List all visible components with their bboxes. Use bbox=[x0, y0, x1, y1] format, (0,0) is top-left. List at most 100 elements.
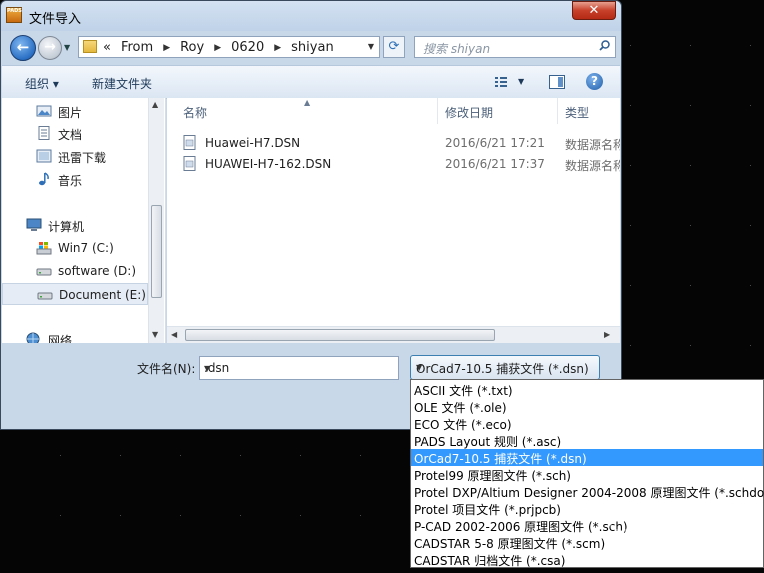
grid-dot bbox=[750, 105, 751, 106]
window-title: 文件导入 bbox=[29, 12, 82, 27]
network-icon bbox=[26, 332, 40, 343]
column-divider[interactable] bbox=[437, 98, 438, 124]
breadcrumb-item-roy[interactable]: Roy bbox=[180, 40, 204, 56]
column-header-date[interactable]: 修改日期 bbox=[445, 104, 493, 121]
preview-pane-icon[interactable] bbox=[549, 75, 565, 89]
sidebar-item-music[interactable]: 音乐 bbox=[2, 168, 148, 190]
sidebar-item-win7-c[interactable]: Win7 (C:) bbox=[2, 237, 148, 259]
sidebar-item-xunlei-downloads[interactable]: 迅雷下载 bbox=[2, 145, 148, 167]
grid-dot bbox=[240, 515, 241, 516]
breadcrumb-item-0620[interactable]: 0620 bbox=[231, 40, 264, 56]
dsn-file-icon bbox=[183, 156, 196, 171]
scroll-up-icon[interactable]: ▲ bbox=[152, 100, 158, 109]
new-folder-button[interactable]: 新建文件夹 bbox=[92, 75, 152, 92]
address-bar[interactable]: « From ▶ Roy ▶ 0620 ▶ shiyan ▼ bbox=[78, 36, 380, 58]
file-type-option[interactable]: ECO 文件 (*.eco) bbox=[411, 415, 763, 432]
breadcrumb: « From ▶ Roy ▶ 0620 ▶ shiyan bbox=[103, 40, 334, 56]
scrollbar-thumb[interactable] bbox=[185, 329, 495, 341]
navigation-scrollbar[interactable]: ▲ ▼ bbox=[148, 98, 164, 343]
grid-dot bbox=[750, 45, 751, 46]
file-row[interactable]: Huawei-H7.DSN 2016/6/21 17:21 数据源名称 bbox=[183, 133, 620, 153]
file-type-option[interactable]: PADS Layout 规则 (*.asc) bbox=[411, 432, 763, 449]
organize-button[interactable]: 组织 ▾ bbox=[25, 75, 59, 92]
close-button[interactable]: ✕ bbox=[572, 1, 616, 20]
grid-dot bbox=[750, 285, 751, 286]
column-divider[interactable] bbox=[557, 98, 558, 124]
back-button[interactable]: ← bbox=[10, 35, 36, 61]
filename-field[interactable]: .dsn ▼ bbox=[199, 356, 399, 380]
navigation-pane: 图片 文档 迅雷下载 音乐 计算机 Win7 (C:) software (D:… bbox=[2, 98, 166, 343]
sort-ascending-icon: ▲ bbox=[304, 98, 311, 107]
sidebar-item-pictures[interactable]: 图片 bbox=[2, 100, 148, 122]
help-icon[interactable]: ? bbox=[586, 73, 603, 90]
breadcrumb-item-shiyan[interactable]: shiyan bbox=[291, 40, 334, 56]
grid-dot bbox=[120, 455, 121, 456]
grid-dot bbox=[300, 515, 301, 516]
sidebar-item-computer[interactable]: 计算机 bbox=[2, 214, 148, 236]
file-row[interactable]: HUAWEI-H7-162.DSN 2016/6/21 17:37 数据源名称 bbox=[183, 154, 620, 174]
scroll-right-icon[interactable]: ▶ bbox=[604, 330, 610, 339]
recent-pages-dropdown-icon[interactable]: ▼ bbox=[64, 43, 70, 52]
refresh-button[interactable]: ⟳ bbox=[383, 36, 405, 58]
chevron-right-icon[interactable]: ▶ bbox=[163, 40, 170, 56]
pictures-icon bbox=[36, 105, 52, 117]
scroll-left-icon[interactable]: ◀ bbox=[171, 330, 177, 339]
view-options-icon[interactable] bbox=[494, 75, 508, 89]
chevron-down-icon[interactable]: ▼ bbox=[204, 364, 393, 373]
file-type-select[interactable]: OrCad7-10.5 捕获文件 (*.dsn) ▼ bbox=[410, 355, 600, 380]
grid-dot bbox=[120, 515, 121, 516]
documents-icon bbox=[38, 126, 50, 140]
grid-dot bbox=[630, 225, 631, 226]
file-type-option[interactable]: CADSTAR 归档文件 (*.csa) bbox=[411, 551, 763, 568]
import-file-dialog: PADS 文件导入 ✕ ← → ▼ « From ▶ Roy ▶ 0620 ▶ … bbox=[0, 0, 622, 430]
file-type-option[interactable]: OLE 文件 (*.ole) bbox=[411, 398, 763, 415]
toolbar: 组织 ▾ 新建文件夹 ▼ ? bbox=[2, 65, 620, 99]
drive-icon bbox=[36, 268, 52, 276]
sidebar-item-network[interactable]: 网络 bbox=[2, 328, 148, 343]
chevron-down-icon[interactable]: ▼ bbox=[416, 363, 595, 372]
grid-dot bbox=[690, 165, 691, 166]
column-header-type[interactable]: 类型 bbox=[565, 104, 589, 121]
chevron-down-icon[interactable]: ▼ bbox=[368, 42, 374, 51]
grid-dot bbox=[630, 45, 631, 46]
computer-icon bbox=[26, 218, 42, 231]
file-list-scrollbar[interactable]: ◀ ▶ bbox=[167, 326, 620, 343]
search-placeholder: 搜索 shiyan bbox=[423, 42, 491, 56]
grid-dot bbox=[630, 285, 631, 286]
chevron-right-icon[interactable]: ▶ bbox=[214, 40, 221, 56]
filename-label: 文件名(N): bbox=[137, 362, 196, 376]
dsn-file-icon bbox=[183, 135, 196, 150]
grid-dot bbox=[60, 515, 61, 516]
grid-dot bbox=[180, 455, 181, 456]
grid-dot bbox=[60, 455, 61, 456]
grid-dot bbox=[750, 165, 751, 166]
grid-dot bbox=[240, 455, 241, 456]
forward-button[interactable]: → bbox=[38, 36, 62, 60]
sidebar-item-document-e[interactable]: Document (E:) bbox=[2, 283, 148, 305]
scroll-down-icon[interactable]: ▼ bbox=[152, 330, 158, 339]
file-type-option-selected[interactable]: OrCad7-10.5 捕获文件 (*.dsn) bbox=[411, 449, 763, 466]
search-icon[interactable] bbox=[599, 40, 610, 51]
scrollbar-thumb[interactable] bbox=[151, 205, 162, 298]
grid-dot bbox=[750, 225, 751, 226]
music-icon bbox=[39, 172, 49, 186]
column-header-name[interactable]: 名称 bbox=[183, 104, 207, 121]
breadcrumb-item-from[interactable]: From bbox=[121, 40, 153, 56]
grid-dot bbox=[750, 345, 751, 346]
search-input[interactable]: 搜索 shiyan bbox=[414, 36, 616, 58]
file-type-option[interactable]: Protel99 原理图文件 (*.sch) bbox=[411, 466, 763, 483]
sidebar-item-documents[interactable]: 文档 bbox=[2, 122, 148, 144]
file-type-option[interactable]: Protel DXP/Altium Designer 2004-2008 原理图… bbox=[411, 483, 764, 500]
chevron-right-icon[interactable]: ▶ bbox=[274, 40, 281, 56]
file-type-option[interactable]: ASCII 文件 (*.txt) bbox=[411, 381, 763, 398]
sidebar-item-software-d[interactable]: software (D:) bbox=[2, 260, 148, 282]
grid-dot bbox=[630, 165, 631, 166]
breadcrumb-overflow[interactable]: « bbox=[103, 40, 111, 56]
title-bar[interactable]: PADS 文件导入 ✕ bbox=[1, 1, 621, 31]
grid-dot bbox=[690, 285, 691, 286]
grid-dot bbox=[690, 225, 691, 226]
watermark-text: 经验 bbox=[642, 511, 682, 535]
watermark-url: jingyan.baidu.com bbox=[658, 534, 742, 544]
view-dropdown-icon[interactable]: ▼ bbox=[518, 77, 524, 86]
grid-dot bbox=[300, 455, 301, 456]
